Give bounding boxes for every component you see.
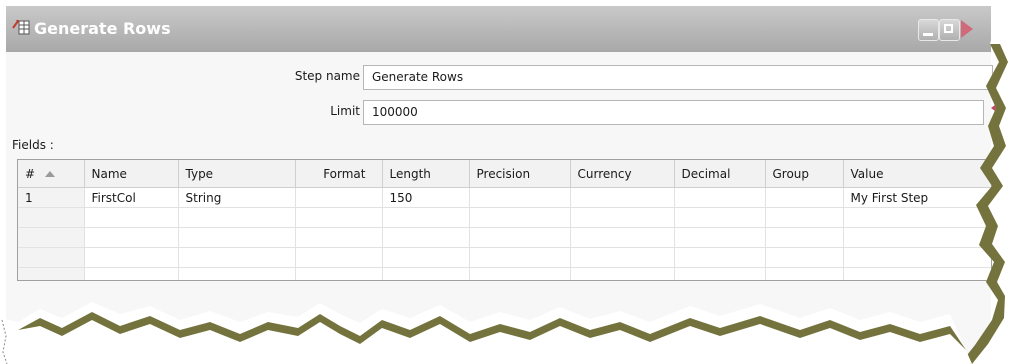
preview-button[interactable] — [572, 330, 676, 362]
value-cell[interactable]: My First Step — [843, 187, 991, 208]
format-cell[interactable] — [295, 187, 383, 208]
table-row[interactable] — [18, 247, 991, 268]
cancel-button[interactable] — [460, 330, 564, 362]
generate-rows-dialog: Generate Rows Step name Generate Rows Li… — [6, 6, 999, 364]
type-cell[interactable]: String — [178, 187, 296, 208]
column-header-value[interactable]: Value — [843, 160, 991, 188]
table-row[interactable] — [18, 267, 991, 280]
column-header-precision[interactable]: Precision — [469, 160, 571, 188]
group-cell[interactable] — [765, 187, 844, 208]
maximize-icon[interactable] — [939, 19, 960, 41]
row-number-cell: 1 — [18, 187, 85, 208]
precision-cell[interactable] — [469, 187, 571, 208]
limit-input[interactable]: 100000 — [363, 100, 984, 125]
fields-table[interactable]: # Name Type Format Length Precision Curr… — [17, 159, 992, 281]
variable-marker-icon — [991, 102, 999, 114]
name-cell[interactable]: FirstCol — [84, 187, 179, 208]
column-header-format[interactable]: Format — [295, 160, 383, 188]
step-name-input[interactable]: Generate Rows — [363, 65, 993, 90]
currency-cell[interactable] — [570, 187, 675, 208]
column-header-type[interactable]: Type — [178, 160, 296, 188]
column-header-currency[interactable]: Currency — [570, 160, 675, 188]
length-cell[interactable]: 150 — [382, 187, 470, 208]
column-header-name[interactable]: Name — [84, 160, 179, 188]
column-header-group[interactable]: Group — [765, 160, 844, 188]
generate-rows-icon — [12, 20, 30, 35]
ok-button[interactable] — [348, 330, 452, 362]
limit-label: Limit — [330, 104, 360, 118]
step-name-label: Step name — [294, 69, 360, 83]
table-header-row: # Name Type Format Length Precision Curr… — [18, 160, 991, 188]
title-bar[interactable]: Generate Rows — [6, 6, 991, 52]
window-title: Generate Rows — [34, 19, 171, 38]
fields-label: Fields : — [12, 138, 54, 152]
minimize-icon[interactable] — [918, 19, 939, 41]
column-header-length[interactable]: Length — [382, 160, 470, 188]
column-header-decimal[interactable]: Decimal — [674, 160, 766, 188]
table-row[interactable]: 1 FirstCol String 150 My First Step — [18, 187, 991, 208]
close-icon[interactable] — [961, 20, 973, 38]
column-header-number[interactable]: # — [18, 160, 85, 188]
table-row[interactable] — [18, 227, 991, 248]
decimal-cell[interactable] — [674, 187, 766, 208]
table-row[interactable] — [18, 207, 991, 228]
sort-ascending-icon[interactable] — [45, 171, 56, 177]
